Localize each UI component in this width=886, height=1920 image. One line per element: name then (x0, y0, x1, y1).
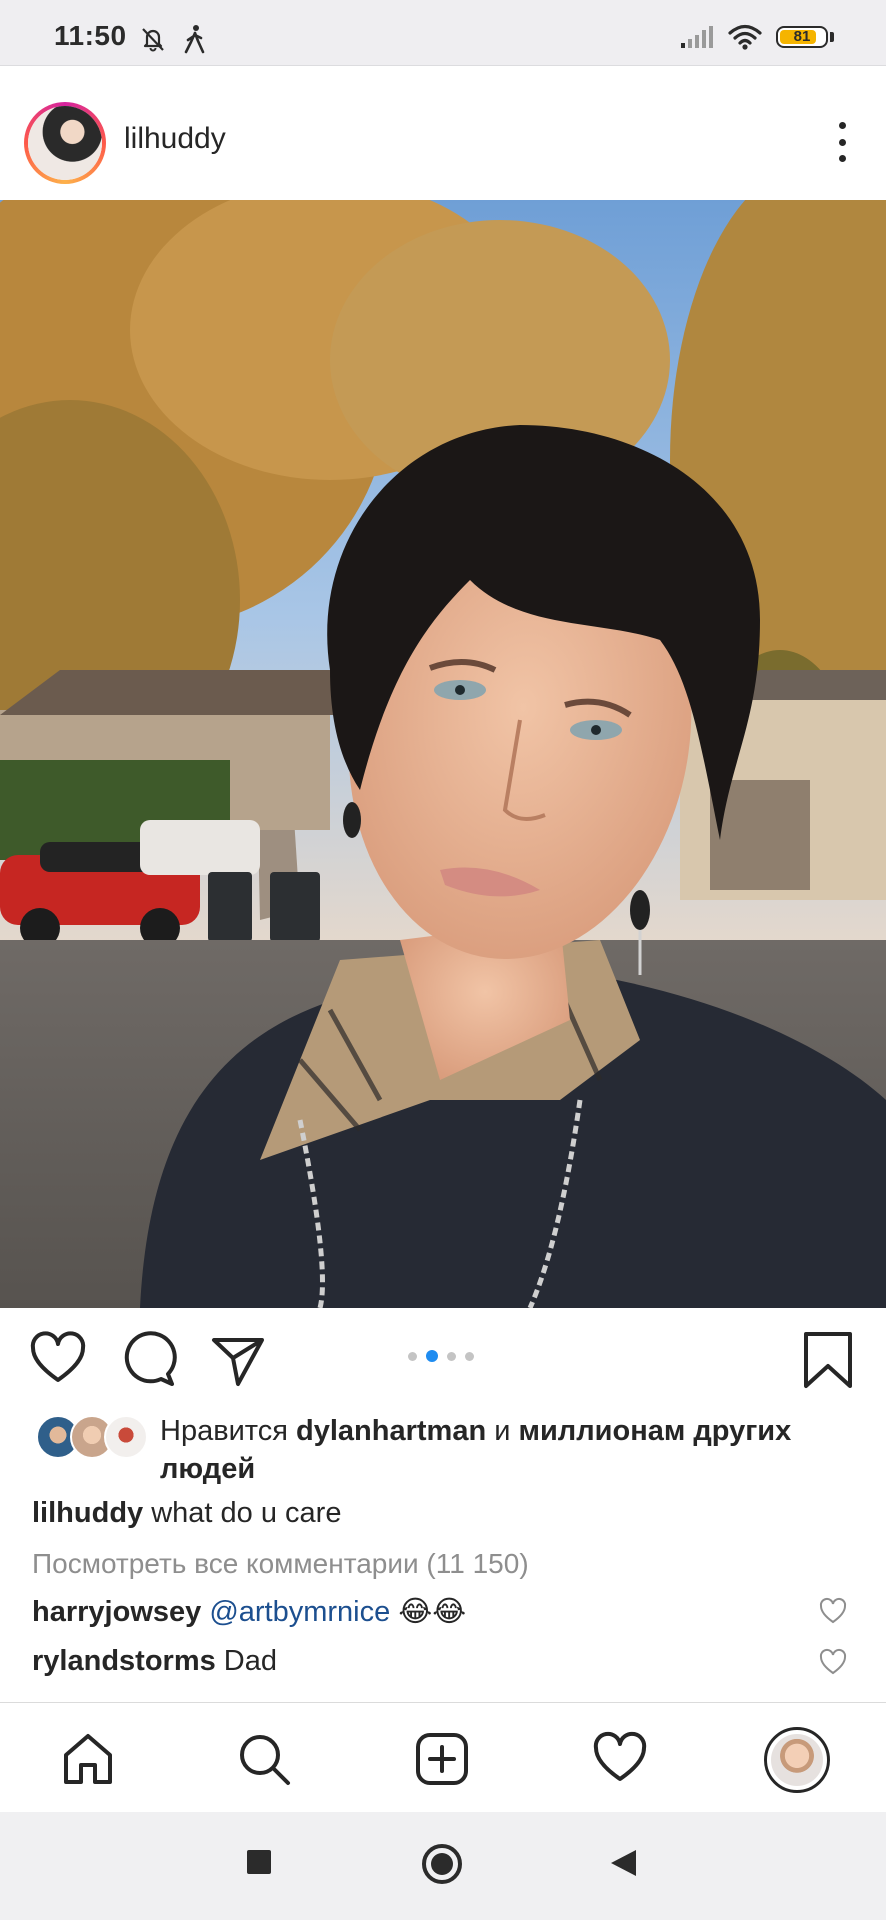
post-photo[interactable] (0, 200, 886, 1308)
profile-avatar[interactable] (764, 1727, 830, 1793)
status-bar: 11:50 81 (0, 0, 886, 66)
post-caption: lilhuddy what do u care (32, 1497, 341, 1530)
likes-joiner: и (486, 1415, 519, 1447)
liker-avatar (104, 1415, 148, 1459)
activity-heart-icon[interactable] (592, 1731, 648, 1787)
add-post-icon[interactable] (414, 1731, 470, 1787)
caption-text: what do u care (151, 1497, 342, 1529)
carousel-dot (408, 1351, 417, 1361)
comment-mention[interactable]: @artbymrnice (209, 1596, 390, 1628)
bottom-nav-bar (0, 1702, 886, 1813)
comment-like-heart-icon[interactable] (818, 1596, 848, 1626)
status-time: 11:50 (54, 20, 127, 51)
post-username[interactable]: lilhuddy (124, 122, 226, 156)
profile-avatar-photo (771, 1734, 823, 1786)
comment-row: rylandstorms Dad (32, 1645, 277, 1678)
more-dot (838, 138, 846, 146)
battery-tip (830, 32, 834, 42)
caption-username[interactable]: lilhuddy (32, 1497, 143, 1529)
share-send-icon[interactable] (208, 1330, 268, 1390)
liker-username[interactable]: dylanhartman (296, 1415, 486, 1447)
battery-level: 81 (793, 28, 811, 45)
comment-username[interactable]: harryjowsey (32, 1596, 201, 1628)
back-triangle-icon[interactable] (608, 1848, 638, 1878)
comment-icon[interactable] (118, 1330, 178, 1390)
comment-like-heart-icon[interactable] (818, 1647, 848, 1677)
carousel-indicator (408, 1350, 474, 1362)
save-bookmark-icon[interactable] (798, 1330, 858, 1390)
walking-icon (184, 25, 205, 54)
status-right-icons: 81 (680, 24, 834, 50)
story-avatar[interactable] (24, 102, 106, 184)
recents-square-icon[interactable] (245, 1848, 273, 1876)
carousel-dot (447, 1351, 456, 1361)
more-dot (838, 155, 846, 162)
liker-avatars (36, 1415, 148, 1459)
avatar-photo (28, 106, 102, 180)
home-circle-icon[interactable] (420, 1842, 464, 1886)
carousel-dot (465, 1351, 474, 1361)
likes-prefix: Нравится (160, 1415, 297, 1447)
comment-text: 😂😂 (398, 1596, 467, 1628)
view-all-comments-link[interactable]: Посмотреть все комментарии (11 150) (32, 1548, 529, 1580)
comment-username[interactable]: rylandstorms (32, 1645, 216, 1677)
carousel-dot-active (426, 1350, 438, 1362)
comment-text: Dad (223, 1645, 277, 1677)
photo-illustration (0, 200, 886, 1308)
signal-icon (681, 26, 713, 48)
likes-text: Нравится dylanhartman и миллионам других… (160, 1412, 880, 1488)
like-heart-icon[interactable] (28, 1330, 88, 1390)
battery-icon: 81 (776, 26, 828, 48)
comment-row: harryjowsey @artbymrnice 😂😂 (32, 1594, 466, 1629)
system-nav-bar (0, 1812, 886, 1920)
wifi-icon (728, 24, 762, 50)
home-icon[interactable] (60, 1731, 116, 1787)
more-options-icon[interactable] (836, 122, 848, 162)
post-header: lilhuddy (0, 66, 886, 200)
more-dot (838, 122, 846, 129)
mute-bell-icon (142, 28, 164, 52)
status-left-icons (138, 24, 208, 54)
search-icon[interactable] (236, 1731, 292, 1787)
